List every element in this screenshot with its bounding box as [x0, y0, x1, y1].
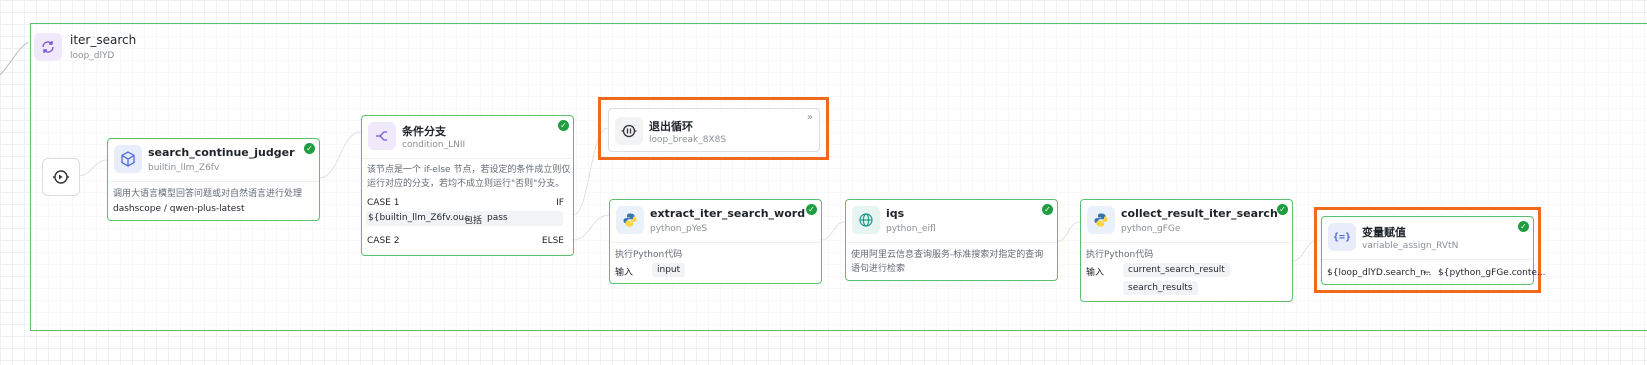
- node-variable-assign[interactable]: {=} 变量赋值 variable_assign_RVtN ✓ ${loop_d…: [1321, 216, 1546, 285]
- input-label: 输入: [1086, 268, 1105, 278]
- node-iqs[interactable]: iqs python_eifl ✓ 使用阿里云信息查询服务-标准搜索对指定的查询…: [845, 199, 1058, 281]
- node-description-line2: 语句进行检索: [851, 264, 906, 274]
- success-check-icon: ✓: [806, 204, 817, 215]
- divider: [108, 181, 319, 182]
- success-check-icon: ✓: [1277, 204, 1288, 215]
- node-loop-break[interactable]: 退出循环 loop_break_8X8S »: [608, 108, 820, 152]
- divider: [610, 242, 821, 243]
- node-description: 执行Python代码: [1086, 250, 1154, 260]
- node-id: variable_assign_RVtN: [1362, 241, 1459, 251]
- node-id: python_pYeS: [650, 224, 708, 234]
- node-search-continue-judger[interactable]: search_continue_judger builtin_llm_Z6fv …: [107, 138, 320, 221]
- node-title: iqs: [886, 207, 905, 220]
- node-id: loop_break_8X8S: [649, 135, 727, 145]
- globe-icon: [852, 206, 880, 234]
- double-chevron-icon[interactable]: »: [807, 112, 813, 123]
- input-chip: current_search_result: [1123, 263, 1230, 277]
- condition-variable: ${builtin_llm_Z6fv.ou...: [368, 213, 473, 223]
- llm-icon: [114, 145, 142, 173]
- node-id: condition_LNII: [402, 140, 466, 150]
- case2-label: CASE 2: [367, 236, 400, 246]
- node-extract-iter-search-word[interactable]: extract_iter_search_word python_pYeS ✓ 执…: [609, 199, 822, 284]
- success-check-icon: ✓: [304, 143, 315, 154]
- node-title: collect_result_iter_search: [1121, 207, 1278, 220]
- loop-title: iter_search: [70, 33, 137, 47]
- node-title: extract_iter_search_word: [650, 207, 806, 220]
- condition-value: pass: [487, 213, 508, 223]
- input-chip: search_results: [1123, 281, 1198, 295]
- branch-icon: [368, 122, 396, 150]
- loop-icon: [34, 33, 62, 61]
- node-description: 调用大语言模型回答问题或对自然语言进行处理: [113, 189, 303, 199]
- assign-source: ${python_gFGe.conte...: [1438, 268, 1546, 278]
- node-description-line2: 运行对应的分支，若均不成立则运行"否则"分支。: [367, 179, 565, 189]
- node-description-line1: 使用阿里云信息查询服务-标准搜索对指定的查询: [851, 250, 1044, 260]
- divider: [362, 158, 573, 159]
- node-title: 条件分支: [402, 125, 446, 138]
- variable-icon: {=}: [1328, 223, 1356, 251]
- input-label: 输入: [615, 268, 634, 278]
- python-icon: [1087, 206, 1115, 234]
- input-chip: input: [652, 263, 686, 277]
- node-description-line1: 该节点是一个 if-else 节点，若设定的条件成立则仅: [367, 165, 571, 175]
- python-icon: [616, 206, 644, 234]
- assign-arrow-icon: ←: [1423, 268, 1431, 278]
- node-id: python_eifl: [886, 224, 936, 234]
- condition-row: ${builtin_llm_Z6fv.ou... 包括 pass: [366, 211, 563, 226]
- assign-target: ${loop_dlYD.search_r...: [1327, 268, 1432, 278]
- node-title: 退出循环: [649, 120, 693, 133]
- divider: [846, 242, 1057, 243]
- case1-label: CASE 1: [367, 198, 400, 208]
- loop-start-node[interactable]: [42, 158, 80, 196]
- node-description: 执行Python代码: [615, 250, 683, 260]
- loop-start-icon: [53, 170, 69, 184]
- node-collect-result-iter-search[interactable]: collect_result_iter_search python_gFGe ✓…: [1080, 199, 1293, 302]
- success-check-icon: ✓: [558, 120, 569, 131]
- incoming-edge: [0, 41, 29, 76]
- success-check-icon: ✓: [1518, 221, 1529, 232]
- divider: [1322, 259, 1533, 260]
- success-check-icon: ✓: [1042, 204, 1053, 215]
- node-id: builtin_llm_Z6fv: [148, 163, 220, 173]
- node-title: 变量赋值: [1362, 226, 1406, 239]
- else-label: ELSE: [541, 236, 564, 246]
- loop-break-icon: [615, 117, 643, 145]
- loop-id: loop_dlYD: [70, 51, 115, 61]
- node-title: search_continue_judger: [148, 146, 295, 159]
- node-condition[interactable]: 条件分支 condition_LNII ✓ 该节点是一个 if-else 节点，…: [361, 115, 574, 256]
- if-label: IF: [556, 198, 564, 208]
- node-id: python_gFGe: [1121, 224, 1181, 234]
- condition-operator: 包括: [464, 216, 483, 226]
- divider: [1081, 242, 1292, 243]
- model-label: dashscope / qwen-plus-latest: [113, 204, 245, 214]
